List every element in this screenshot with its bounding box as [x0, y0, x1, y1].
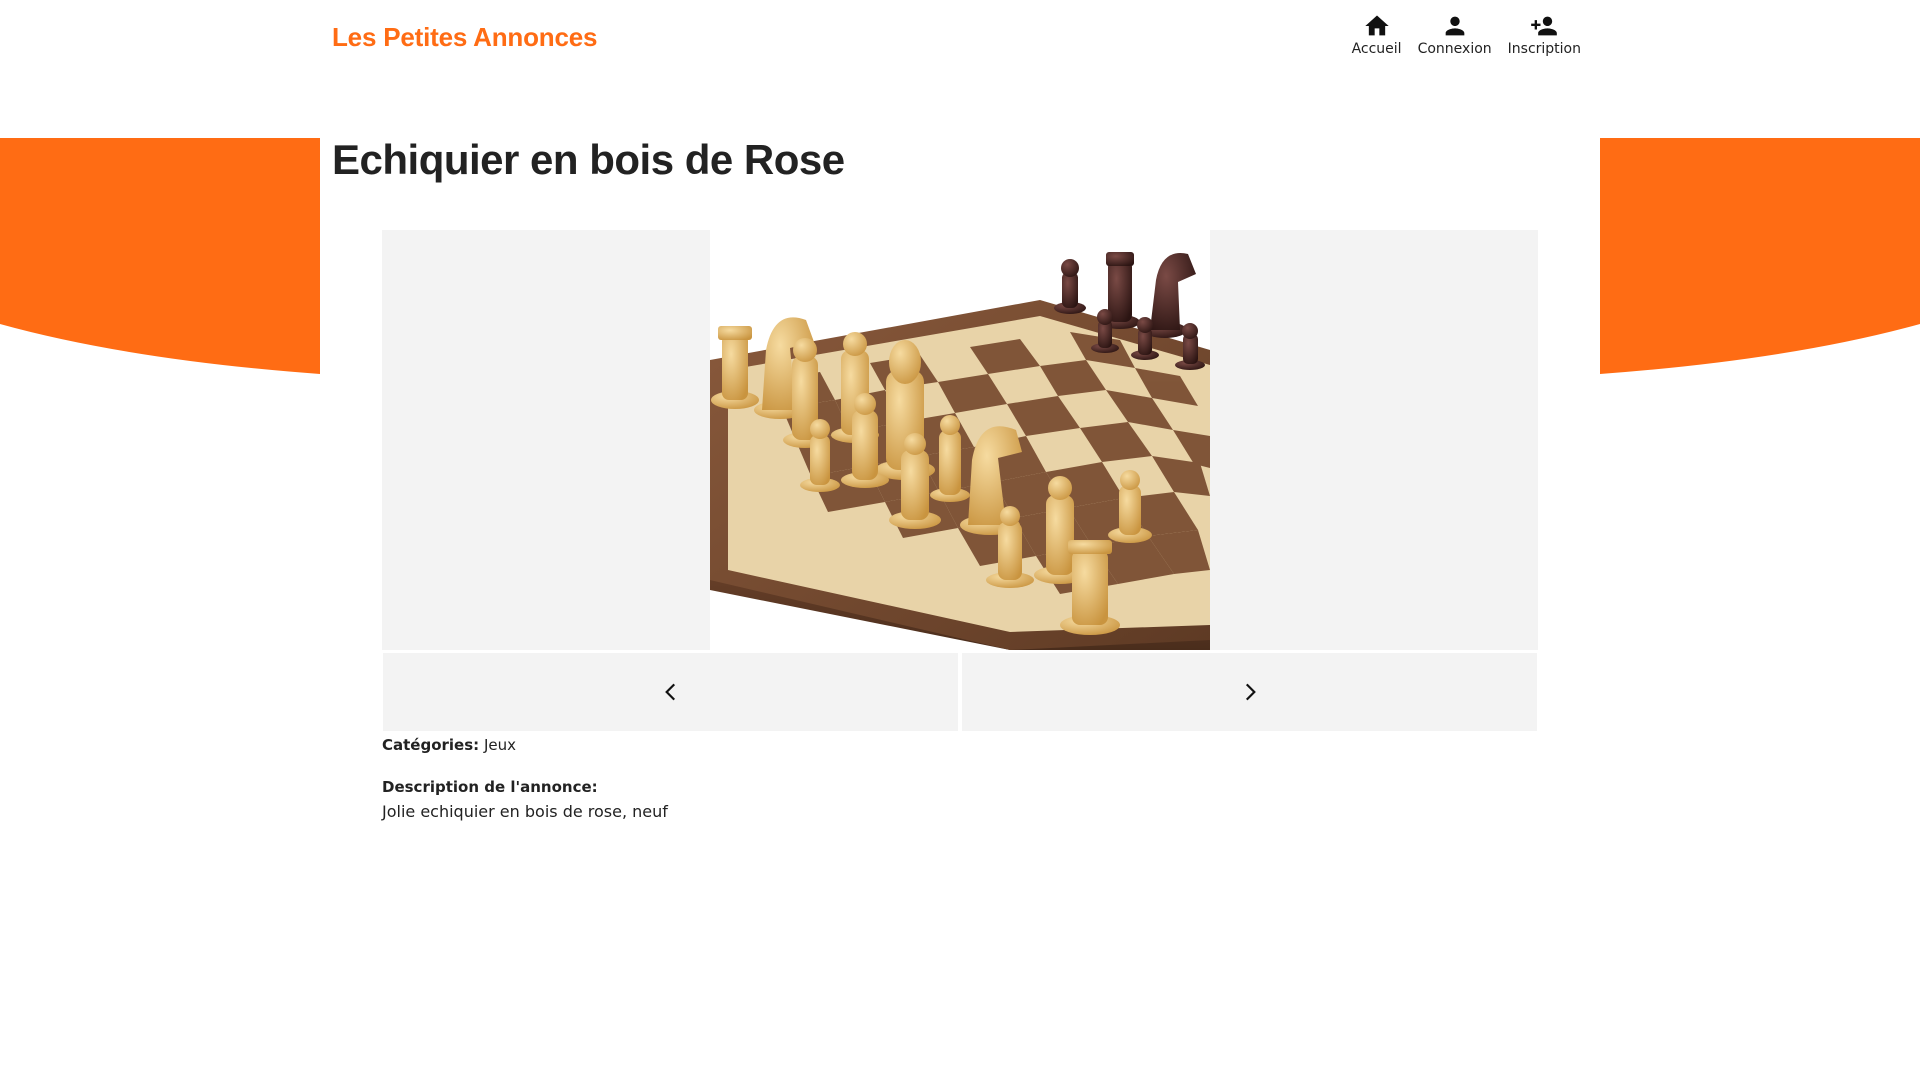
description-text: Jolie echiquier en bois de rose, neuf [382, 802, 668, 821]
nav-item-label: Accueil [1351, 41, 1402, 57]
categories-label: Catégories: [382, 736, 480, 754]
categories-row: Catégories: Jeux [382, 736, 668, 754]
carousel-image [710, 230, 1210, 650]
decorative-swoosh-right [1600, 138, 1920, 374]
chessboard-photo [710, 230, 1210, 650]
chevron-left-icon [664, 683, 675, 701]
carousel-controls [383, 653, 1537, 731]
nav-item-inscription[interactable]: Inscription [1508, 12, 1581, 57]
chevron-right-icon [1245, 683, 1256, 701]
main-nav: Accueil Connexion Inscription [1352, 12, 1581, 57]
nav-item-label: Connexion [1417, 41, 1492, 57]
site-header: Les Petites Annonces Accueil Connexion I… [0, 0, 1920, 80]
nav-item-label: Inscription [1507, 41, 1581, 57]
listing-title: Echiquier en bois de Rose [332, 136, 845, 183]
description-label: Description de l'annonce: [382, 778, 598, 796]
categories-value: Jeux [483, 736, 516, 754]
person-icon [1445, 16, 1464, 36]
home-icon [1364, 15, 1389, 36]
nav-item-connexion[interactable]: Connexion [1418, 12, 1492, 57]
site-logo[interactable]: Les Petites Annonces [332, 22, 597, 53]
image-carousel [382, 230, 1538, 650]
listing-details: Catégories: Jeux Description de l'annonc… [382, 736, 668, 821]
carousel-prev-button[interactable] [383, 653, 958, 731]
carousel-next-button[interactable] [962, 653, 1537, 731]
person-add-icon [1531, 16, 1558, 36]
nav-item-accueil[interactable]: Accueil [1352, 12, 1402, 57]
decorative-swoosh-left [0, 138, 320, 374]
